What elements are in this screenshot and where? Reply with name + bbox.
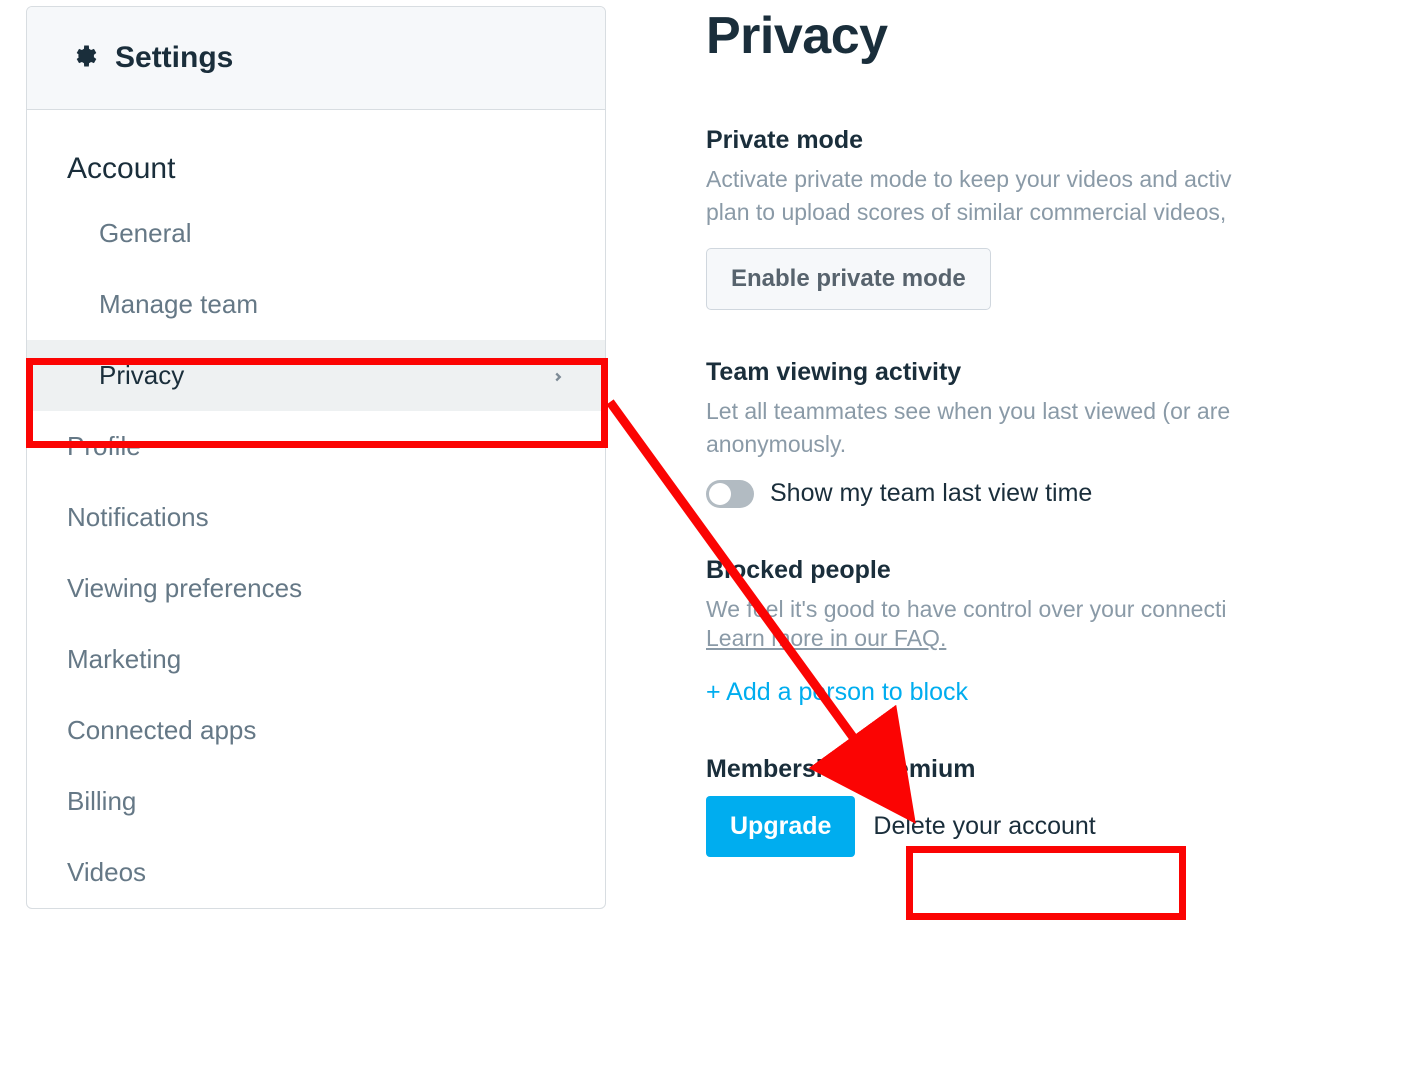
- toggle-knob: [709, 483, 731, 505]
- sidebar-item-label: Profile: [67, 431, 141, 462]
- team-view-toggle[interactable]: [706, 480, 754, 508]
- sidebar-item-privacy[interactable]: Privacy: [27, 340, 605, 411]
- sidebar-item-label: Privacy: [99, 360, 184, 391]
- membership-heading: Membership: Premium: [706, 755, 1346, 784]
- sidebar-item-label: Notifications: [67, 502, 209, 533]
- page-title: Privacy: [706, 6, 1346, 66]
- faq-link[interactable]: Learn more in our FAQ.: [706, 625, 946, 652]
- private-mode-desc: Activate private mode to keep your video…: [706, 163, 1346, 230]
- sidebar-header: Settings: [27, 7, 605, 110]
- sidebar-title: Settings: [115, 41, 233, 75]
- upgrade-button[interactable]: Upgrade: [706, 796, 855, 857]
- blocked-desc: We feel it's good to have control over y…: [706, 593, 1346, 626]
- team-activity-heading: Team viewing activity: [706, 358, 1346, 387]
- sidebar-item-manage-team[interactable]: Manage team: [27, 269, 605, 340]
- sidebar-item-billing[interactable]: Billing: [27, 766, 605, 837]
- add-person-to-block-link[interactable]: + Add a person to block: [706, 678, 968, 707]
- chevron-right-icon: [551, 360, 565, 391]
- private-mode-heading: Private mode: [706, 126, 1346, 155]
- gear-icon: [69, 42, 97, 75]
- enable-private-mode-button[interactable]: Enable private mode: [706, 248, 991, 310]
- account-heading: Account: [27, 110, 605, 198]
- team-activity-desc: Let all teammates see when you last view…: [706, 395, 1346, 462]
- team-activity-section: Team viewing activity Let all teammates …: [706, 358, 1346, 509]
- sidebar-item-label: Viewing preferences: [67, 573, 302, 604]
- team-toggle-row: Show my team last view time: [706, 479, 1346, 508]
- sidebar-item-general[interactable]: General: [27, 198, 605, 269]
- delete-account-link[interactable]: Delete your account: [873, 796, 1095, 857]
- sidebar-item-profile[interactable]: Profile: [27, 411, 605, 482]
- team-toggle-label: Show my team last view time: [770, 479, 1092, 508]
- membership-section: Membership: Premium Upgrade Delete your …: [706, 755, 1346, 857]
- sidebar-item-videos[interactable]: Videos: [27, 837, 605, 908]
- sidebar-item-viewing-preferences[interactable]: Viewing preferences: [27, 553, 605, 624]
- settings-sidebar: Settings Account General Manage team Pri…: [26, 6, 606, 909]
- blocked-people-section: Blocked people We feel it's good to have…: [706, 556, 1346, 706]
- sidebar-item-notifications[interactable]: Notifications: [27, 482, 605, 553]
- sidebar-item-connected-apps[interactable]: Connected apps: [27, 695, 605, 766]
- sidebar-item-label: Manage team: [99, 289, 258, 320]
- private-mode-section: Private mode Activate private mode to ke…: [706, 126, 1346, 310]
- sidebar-item-label: General: [99, 218, 192, 249]
- sidebar-item-label: Billing: [67, 786, 136, 817]
- blocked-heading: Blocked people: [706, 556, 1346, 585]
- sidebar-item-label: Videos: [67, 857, 146, 888]
- sidebar-item-label: Connected apps: [67, 715, 256, 746]
- content-area: Privacy Private mode Activate private mo…: [706, 6, 1346, 909]
- sidebar-item-marketing[interactable]: Marketing: [27, 624, 605, 695]
- sidebar-item-label: Marketing: [67, 644, 181, 675]
